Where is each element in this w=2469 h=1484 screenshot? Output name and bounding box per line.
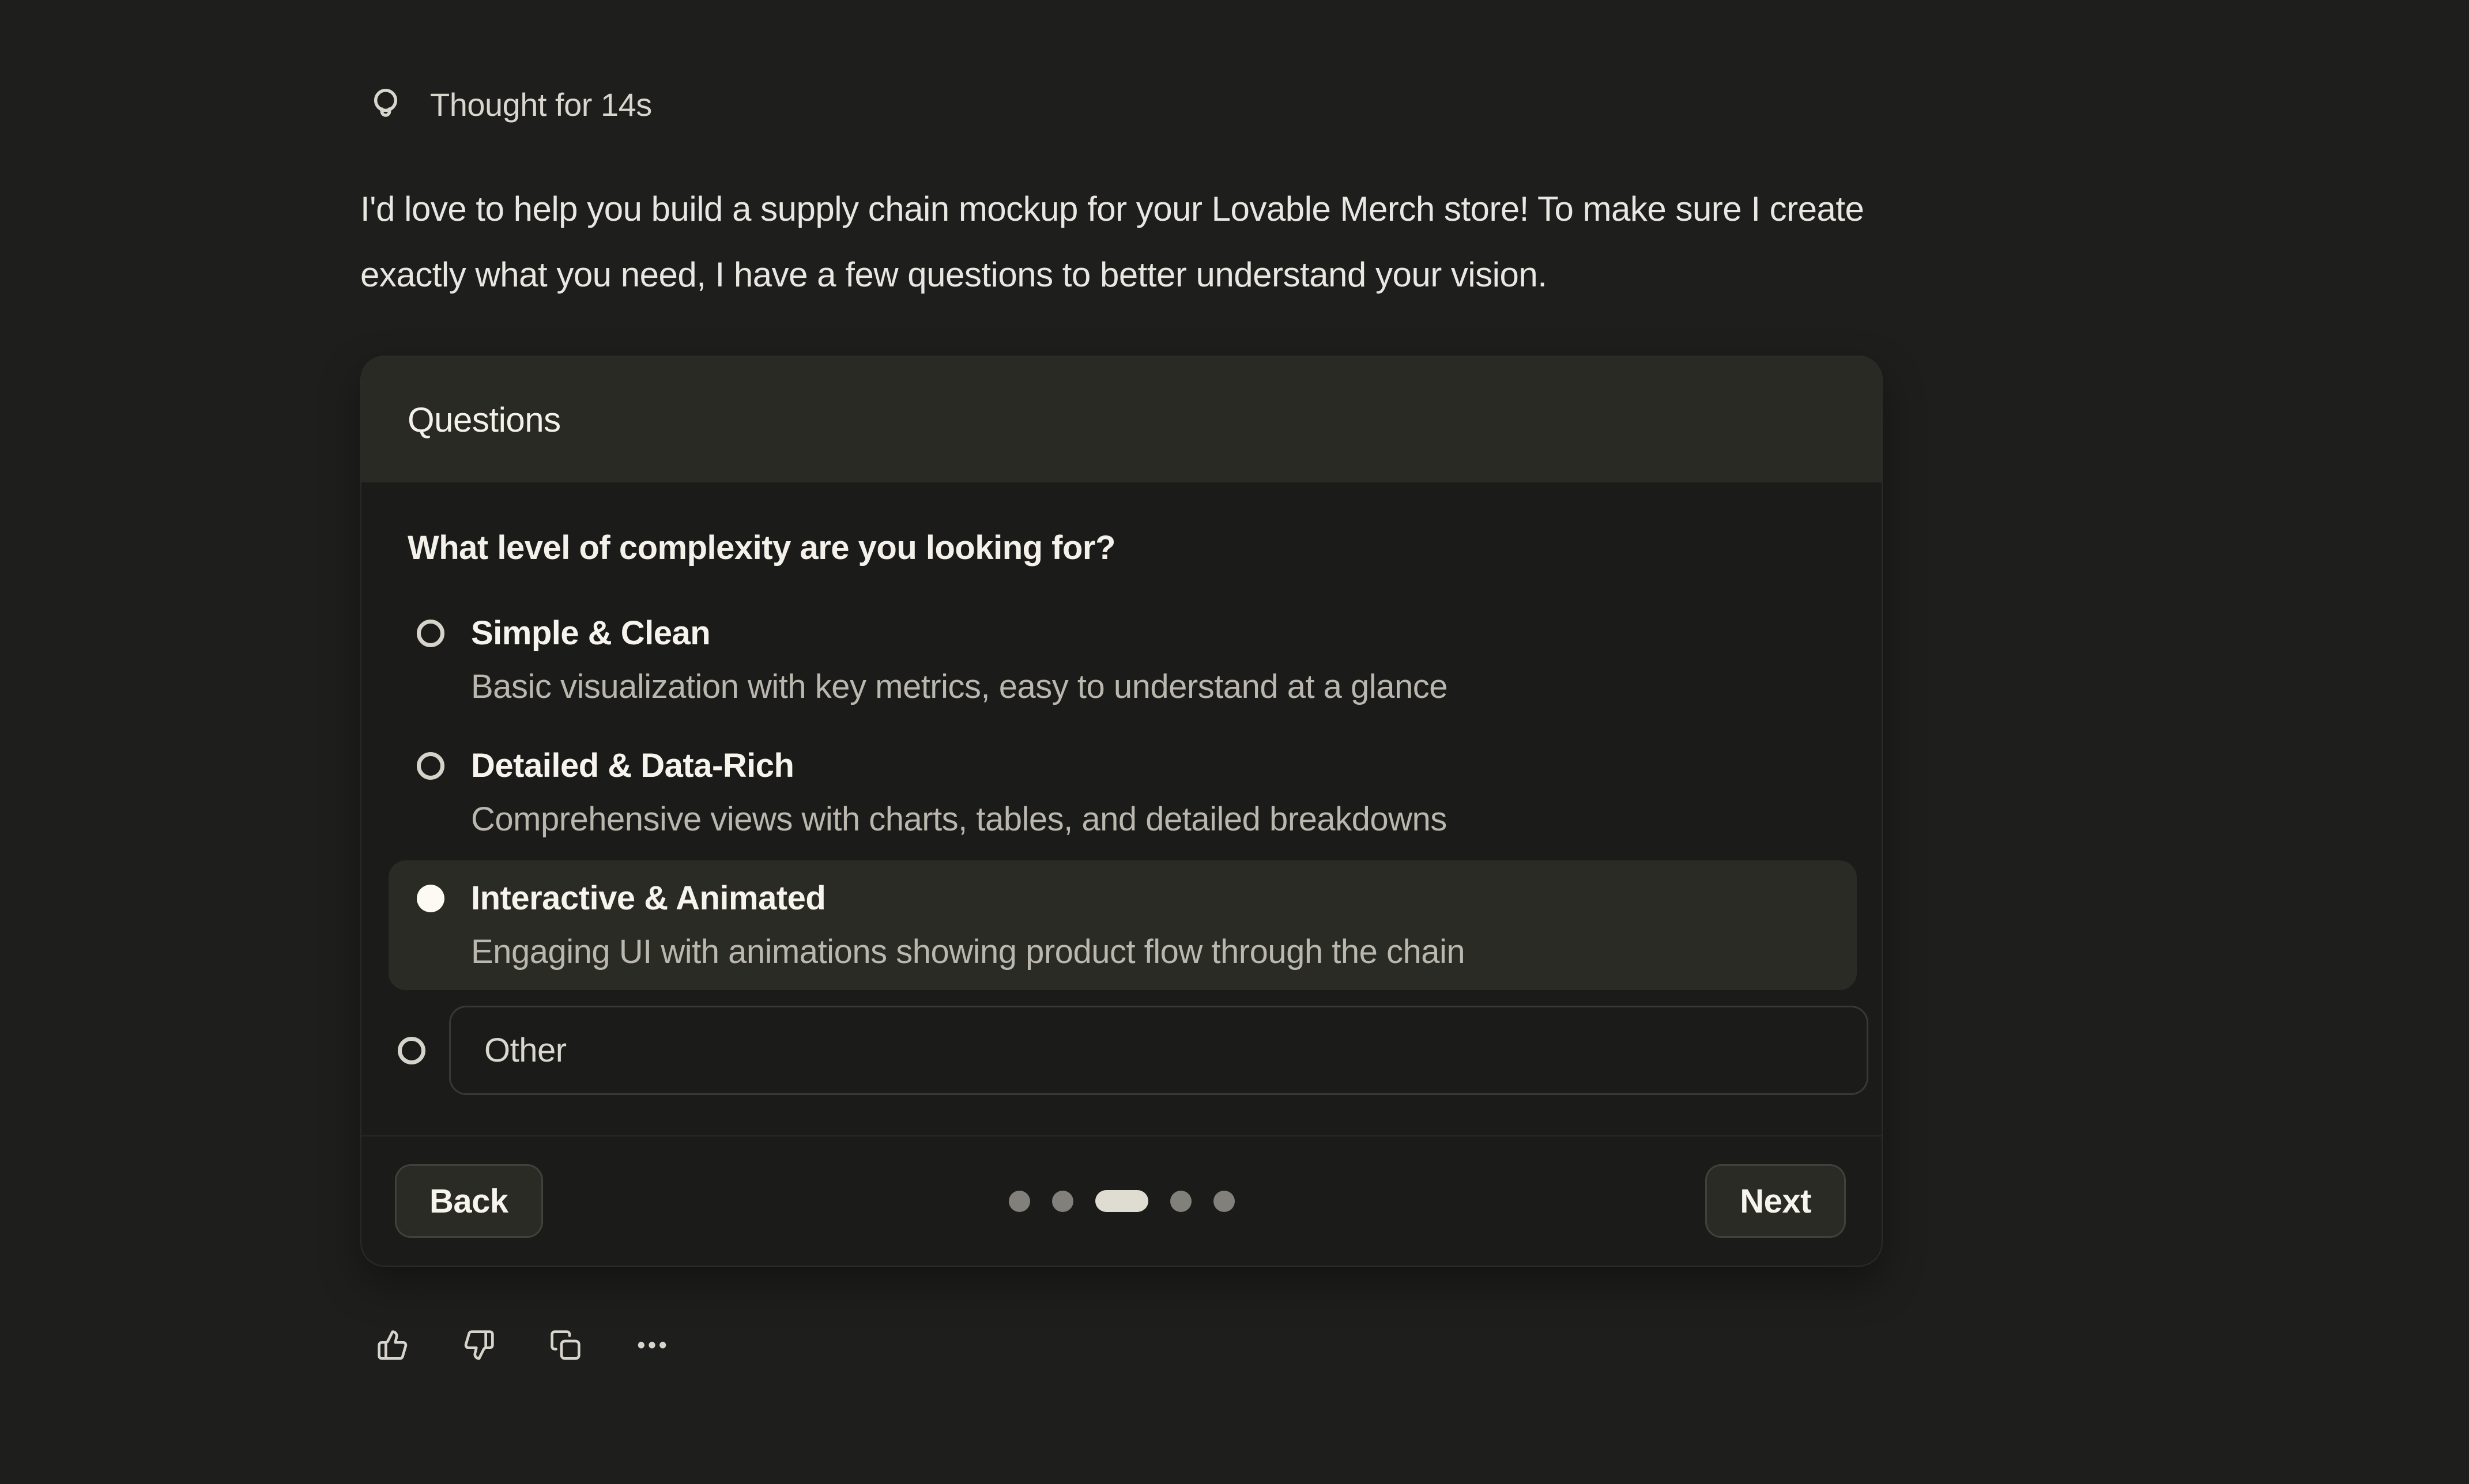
thumbs-up-icon — [376, 1329, 409, 1361]
next-button[interactable]: Next — [1705, 1164, 1846, 1238]
message-actions — [376, 1328, 669, 1362]
option-interactive-animated[interactable]: Interactive & Animated Engaging UI with … — [389, 860, 1857, 990]
other-text-input[interactable] — [449, 1006, 1868, 1095]
option-description: Basic visualization with key metrics, ea… — [471, 666, 1448, 708]
pagination-dot-active — [1095, 1190, 1148, 1212]
option-description: Comprehensive views with charts, tables,… — [471, 799, 1447, 840]
radio-button[interactable] — [417, 620, 444, 647]
thumbs-down-icon — [463, 1329, 495, 1361]
message-line: exactly what you need, I have a few ques… — [360, 242, 2263, 308]
thinking-summary[interactable]: Thought for 14s — [367, 85, 652, 123]
assistant-message-text: I'd love to help you build a supply chai… — [360, 176, 2263, 308]
pagination-dot — [1052, 1191, 1073, 1212]
pagination-dots — [1009, 1190, 1235, 1212]
pagination-dot — [1170, 1191, 1192, 1212]
message-line: I'd love to help you build a supply chai… — [360, 176, 2263, 242]
card-title: Questions — [408, 400, 561, 440]
chat-message-region: Thought for 14s I'd love to help you bui… — [0, 0, 2469, 1484]
pagination-dot — [1213, 1191, 1235, 1212]
question-text: What level of complexity are you looking… — [408, 527, 1835, 569]
options-list: Simple & Clean Basic visualization with … — [389, 595, 1857, 1095]
option-simple-clean[interactable]: Simple & Clean Basic visualization with … — [389, 595, 1857, 725]
ellipsis-icon — [636, 1329, 668, 1361]
questions-card-header: Questions — [361, 357, 1882, 482]
more-options-button[interactable] — [635, 1328, 669, 1362]
pagination-dot — [1009, 1191, 1030, 1212]
back-button[interactable]: Back — [395, 1164, 543, 1238]
option-label: Simple & Clean — [471, 613, 1448, 654]
thumbs-down-button[interactable] — [462, 1328, 496, 1362]
questions-card-body: What level of complexity are you looking… — [361, 482, 1882, 1095]
option-label: Interactive & Animated — [471, 878, 1465, 919]
lightbulb-icon — [367, 85, 405, 123]
radio-button[interactable] — [417, 752, 444, 780]
thinking-duration-label: Thought for 14s — [430, 86, 652, 123]
questions-card-footer: Back Next — [361, 1135, 1882, 1266]
option-detailed-data-rich[interactable]: Detailed & Data-Rich Comprehensive views… — [389, 728, 1857, 858]
thumbs-up-button[interactable] — [376, 1328, 409, 1362]
questions-card: Questions What level of complexity are y… — [360, 356, 1883, 1267]
option-label: Detailed & Data-Rich — [471, 745, 1447, 787]
option-other — [370, 1006, 1878, 1095]
radio-button[interactable] — [398, 1037, 425, 1064]
copy-button[interactable] — [549, 1328, 582, 1362]
copy-icon — [549, 1329, 582, 1361]
radio-button-selected[interactable] — [417, 885, 444, 912]
option-description: Engaging UI with animations showing prod… — [471, 931, 1465, 973]
